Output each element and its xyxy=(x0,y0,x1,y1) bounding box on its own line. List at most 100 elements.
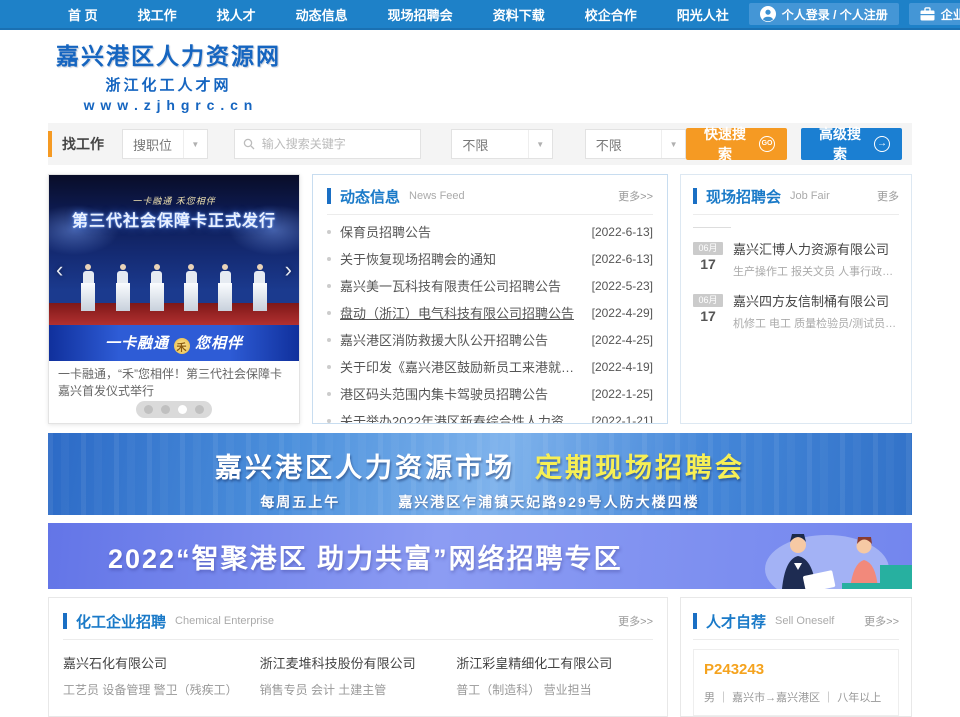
news-item[interactable]: 保育员招聘公告[2022-6-13] xyxy=(327,218,653,245)
banner1-schedule: 每周五上午 xyxy=(260,494,340,510)
banner-text-right: 您相伴 xyxy=(195,335,243,352)
chemical-enterprise-title: 化工企业招聘 xyxy=(76,611,166,632)
carousel-prev-icon[interactable]: ‹ xyxy=(56,259,63,281)
talent-more-link[interactable]: 更多>> xyxy=(864,613,899,629)
site-url: w w w . z j h g r c . c n xyxy=(56,97,281,113)
slide-title: 第三代社会保障卡正式发行 xyxy=(49,207,299,231)
company-item[interactable]: 浙江彩皇精细化工有限公司 普工（制造科） 营业担当 xyxy=(456,653,653,698)
news-feed-subtitle: News Feed xyxy=(409,190,465,202)
section-accent-bar xyxy=(693,613,697,629)
job-fair-more-link[interactable]: 更多 xyxy=(877,188,899,204)
job-type-select-value: 搜职位 xyxy=(123,135,183,154)
nav-item-job-fair[interactable]: 现场招聘会 xyxy=(368,5,473,24)
advanced-search-button[interactable]: 高级搜索 → xyxy=(801,128,902,160)
news-carousel[interactable]: 一卡融通 禾您相伴 第三代社会保障卡正式发行 一卡融通禾您相伴 ‹ › 一卡融通… xyxy=(48,174,300,424)
filter-select-1-value: 不限 xyxy=(452,135,527,154)
news-feed-title: 动态信息 xyxy=(340,186,400,207)
news-item[interactable]: 港区码头范围内集卡驾驶员招聘公告[2022-1-25] xyxy=(327,380,653,407)
company-positions: 销售专员 会计 土建主管 xyxy=(260,681,447,698)
chevron-down-icon: ▼ xyxy=(661,130,685,158)
job-fair-subtitle: Job Fair xyxy=(790,190,830,202)
person-at-podium xyxy=(150,264,164,311)
keyword-search-field[interactable] xyxy=(234,129,422,159)
carousel-caption[interactable]: 一卡融通，“禾”您相伴！第三代社会保障卡嘉兴首发仪式举行 xyxy=(49,361,299,399)
divider xyxy=(693,639,899,640)
he-coin-icon: 禾 xyxy=(174,338,190,354)
person-at-podium xyxy=(253,264,267,311)
bullet-icon xyxy=(327,419,331,423)
news-feed-panel: 动态信息 News Feed 更多>> 保育员招聘公告[2022-6-13] 关… xyxy=(312,174,668,424)
divider xyxy=(63,639,653,640)
job-type-select[interactable]: 搜职位 ▼ xyxy=(122,129,208,159)
carousel-dot[interactable] xyxy=(195,405,204,414)
news-item[interactable]: 关于印发《嘉兴港区鼓励新员工来港就业补助操作...[2022-4-19] xyxy=(327,353,653,380)
quick-search-button[interactable]: 快速搜索 GO xyxy=(686,128,787,160)
people-illustration xyxy=(722,523,912,589)
carousel-dot-active[interactable] xyxy=(178,405,187,414)
company-name: 嘉兴石化有限公司 xyxy=(63,653,250,672)
news-item[interactable]: 嘉兴港区消防救援大队公开招聘公告[2022-4-25] xyxy=(327,326,653,353)
stage-people xyxy=(49,264,299,311)
banner1-title-yellow: 定期现场招聘会 xyxy=(535,453,745,483)
person-icon xyxy=(760,6,776,22)
nav-item-downloads[interactable]: 资料下载 xyxy=(473,5,565,24)
chemical-enterprise-header: 化工企业招聘 Chemical Enterprise 更多>> xyxy=(63,606,653,636)
nav-item-find-job[interactable]: 找工作 xyxy=(118,5,197,24)
company-positions: 工艺员 设备管理 警卫（残疾工） xyxy=(63,681,250,698)
go-circle-icon: GO xyxy=(759,136,775,152)
online-recruitment-banner[interactable]: 2022“智聚港区 助力共富”网络招聘专区 xyxy=(48,523,912,589)
job-fair-title: 现场招聘会 xyxy=(706,186,781,207)
enterprise-entry-button[interactable]: 企业入口 xyxy=(909,3,960,25)
bullet-icon xyxy=(327,257,331,261)
job-fair-item[interactable]: 06月 17 嘉兴四方友信制桶有限公司 机修工 电工 质量检验员/测试员 叉车.… xyxy=(693,294,899,331)
search-input[interactable] xyxy=(260,136,413,152)
job-fair-banner[interactable]: 嘉兴港区人力资源市场定期现场招聘会 每周五上午 嘉兴港区乍浦镇天妃路929号人防大… xyxy=(48,433,912,515)
mini-divider xyxy=(693,227,731,228)
job-fair-positions: 生产操作工 报关文员 人事行政助理... xyxy=(733,263,899,279)
personal-login-button[interactable]: 个人登录 / 个人注册 xyxy=(749,3,899,25)
nav-item-news[interactable]: 动态信息 xyxy=(276,5,368,24)
site-logo[interactable]: 嘉兴港区人力资源网 浙江化工人才网 w w w . z j h g r c . … xyxy=(48,37,281,113)
section-accent-bar xyxy=(327,188,331,204)
chemical-more-link[interactable]: 更多>> xyxy=(618,613,653,629)
carousel-dot[interactable] xyxy=(161,405,170,414)
filter-select-2[interactable]: 不限 ▼ xyxy=(585,129,686,159)
news-feed-header: 动态信息 News Feed 更多>> xyxy=(327,181,653,211)
company-positions: 普工（制造科） 营业担当 xyxy=(456,681,643,698)
bullet-icon xyxy=(327,311,331,315)
news-item[interactable]: 关于举办2022年港区新春综合性人力资源暨春风...[2022-1-21] xyxy=(327,407,653,424)
news-item[interactable]: 关于恢复现场招聘会的通知[2022-6-13] xyxy=(327,245,653,272)
company-name: 浙江麦堆科技股份有限公司 xyxy=(260,653,447,672)
job-fair-item[interactable]: 06月 17 嘉兴汇博人力资源有限公司 生产操作工 报关文员 人事行政助理... xyxy=(693,242,899,279)
carousel-dot[interactable] xyxy=(144,405,153,414)
talent-id: P243243 xyxy=(704,661,888,678)
bullet-icon xyxy=(327,284,331,288)
filter-select-1[interactable]: 不限 ▼ xyxy=(451,129,552,159)
news-more-link[interactable]: 更多>> xyxy=(618,188,653,204)
search-section-label: 找工作 xyxy=(62,134,104,154)
nav-item-home[interactable]: 首 页 xyxy=(48,5,118,24)
news-item[interactable]: 盘动（浙江）电气科技有限公司招聘公告[2022-4-29] xyxy=(327,299,653,326)
talent-card[interactable]: P243243 男 ｜ 嘉兴市→嘉兴港区 ｜ 八年以上 xyxy=(693,649,899,716)
person-at-podium xyxy=(81,264,95,311)
nav-item-sunshine-hr[interactable]: 阳光人社 xyxy=(657,5,749,24)
site-header: 嘉兴港区人力资源网 浙江化工人才网 w w w . z j h g r c . … xyxy=(0,30,960,118)
banner2-title: 2022“智聚港区 助力共富”网络招聘专区 xyxy=(48,537,623,576)
date-badge: 06月 17 xyxy=(693,242,723,279)
banner1-title-white: 嘉兴港区人力资源市场 xyxy=(215,453,515,483)
carousel-next-icon[interactable]: › xyxy=(285,259,292,281)
stage-banner: 一卡融通禾您相伴 xyxy=(49,325,299,361)
news-item[interactable]: 嘉兴美一瓦科技有限责任公司招聘公告[2022-5-23] xyxy=(327,272,653,299)
job-search-bar: 找工作 搜职位 ▼ 不限 ▼ 不限 ▼ 快速搜索 GO 高级搜索 → xyxy=(48,123,912,165)
company-item[interactable]: 浙江麦堆科技股份有限公司 销售专员 会计 土建主管 xyxy=(260,653,457,698)
nav-item-school-cooperation[interactable]: 校企合作 xyxy=(565,5,657,24)
company-item[interactable]: 嘉兴石化有限公司 工艺员 设备管理 警卫（残疾工） xyxy=(63,653,260,698)
company-name: 浙江彩皇精细化工有限公司 xyxy=(456,653,643,672)
banner-text-left: 一卡融通 xyxy=(105,335,169,352)
nav-item-find-talent[interactable]: 找人才 xyxy=(197,5,276,24)
banner1-address: 嘉兴港区乍浦镇天妃路929号人防大楼四楼 xyxy=(398,494,699,510)
personal-login-label: 个人登录 / 个人注册 xyxy=(782,6,888,23)
date-badge: 06月 17 xyxy=(693,294,723,331)
carousel-pagination xyxy=(136,401,212,418)
carousel-slide-photo[interactable]: 一卡融通 禾您相伴 第三代社会保障卡正式发行 一卡融通禾您相伴 ‹ › xyxy=(49,175,299,361)
